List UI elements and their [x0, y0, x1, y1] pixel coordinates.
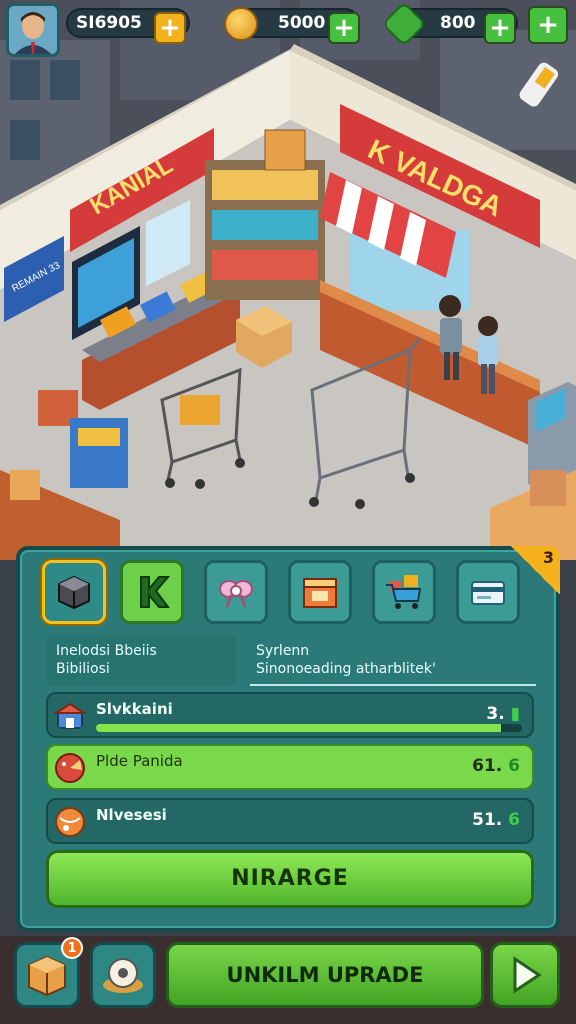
stat-row-1[interactable]: Slvkkaini 3. ▮ — [46, 692, 534, 738]
top-resource-bar: SI6905 + 5000 + 800 + + — [0, 0, 576, 57]
cart-icon — [386, 575, 422, 609]
gem-counter: 800 + — [381, 1, 518, 47]
add-coins-button[interactable]: + — [328, 12, 360, 44]
info-left-line1: Inelodsi Bbeiis — [56, 643, 157, 659]
info-left: Inelodsi Bbeiis Bibiliosi — [46, 636, 236, 686]
cash-counter: SI6905 + — [66, 8, 190, 44]
coin-value: 5000 — [278, 13, 326, 33]
shop-scene: KANIAL K VALDGA REMAIN 33 — [0, 0, 576, 560]
tab-cart[interactable] — [372, 560, 436, 624]
ball-icon — [55, 807, 85, 837]
info-left-line2: Bibiliosi — [56, 661, 110, 677]
stat-2-label: Plde Panida — [96, 752, 183, 770]
stat-2-level-icon: 6 — [508, 756, 520, 776]
stat-1-value: 3. ▮ — [486, 704, 520, 724]
inventory-badge: 1 — [61, 937, 83, 959]
tab-crate[interactable] — [288, 560, 352, 624]
stat-row-2[interactable]: Plde Panida 61. 6 — [46, 744, 534, 790]
info-right-line2: Sinonoeading atharblitek' — [256, 661, 436, 677]
k-icon — [140, 576, 171, 608]
stat-3-level-icon: 6 — [508, 810, 520, 830]
bow-icon — [219, 580, 253, 608]
tab-box[interactable] — [42, 560, 106, 624]
stat-row-3[interactable]: Nlvesesi 51. 6 — [46, 798, 534, 844]
info-right-line1: Syrlenn — [256, 643, 310, 659]
stat-3-value: 51. 6 — [472, 810, 520, 830]
bottom-bar: 1 UNKILM UPRADE — [0, 936, 576, 1024]
tape-icon — [103, 958, 143, 993]
pizza-icon — [55, 753, 85, 783]
stat-1-progress — [96, 724, 522, 732]
upgrade-panel: 3 Inelodsi Bbeiis Bibiliosi Syrlenn Sino… — [16, 546, 560, 932]
tape-button[interactable] — [90, 942, 156, 1008]
menu-plus-button[interactable]: + — [528, 6, 568, 44]
next-button[interactable] — [490, 942, 560, 1008]
tab-bow[interactable] — [204, 560, 268, 624]
player-avatar[interactable] — [6, 3, 60, 57]
cash-value: SI6905 — [76, 13, 142, 33]
tab-k[interactable] — [120, 560, 184, 624]
category-tabs — [42, 560, 542, 628]
coin-counter: 5000 + — [224, 7, 360, 44]
stat-3-label: Nlvesesi — [96, 806, 167, 824]
stat-1-level-icon: ▮ — [510, 704, 520, 724]
crate-icon — [303, 578, 337, 608]
unlock-upgrade-button[interactable]: UNKILM UPRADE — [166, 942, 484, 1008]
tab-card[interactable] — [456, 560, 520, 624]
play-icon — [513, 956, 542, 994]
add-cash-button[interactable]: + — [154, 12, 186, 44]
info-right: Syrlenn Sinonoeading atharblitek' — [250, 636, 536, 686]
coin-icon — [224, 7, 258, 41]
add-gems-button[interactable]: + — [484, 12, 516, 44]
stat-1-label: Slvkkaini — [96, 700, 173, 718]
gem-value: 800 — [440, 13, 476, 33]
inventory-button[interactable]: 1 — [14, 937, 83, 1008]
upgrade-button[interactable]: NIRARGE — [46, 850, 534, 908]
store-icon — [54, 702, 86, 729]
gem-icon — [381, 1, 427, 47]
box-icon — [58, 575, 90, 610]
stat-2-value: 61. 6 — [472, 756, 520, 776]
card-icon — [471, 581, 505, 605]
